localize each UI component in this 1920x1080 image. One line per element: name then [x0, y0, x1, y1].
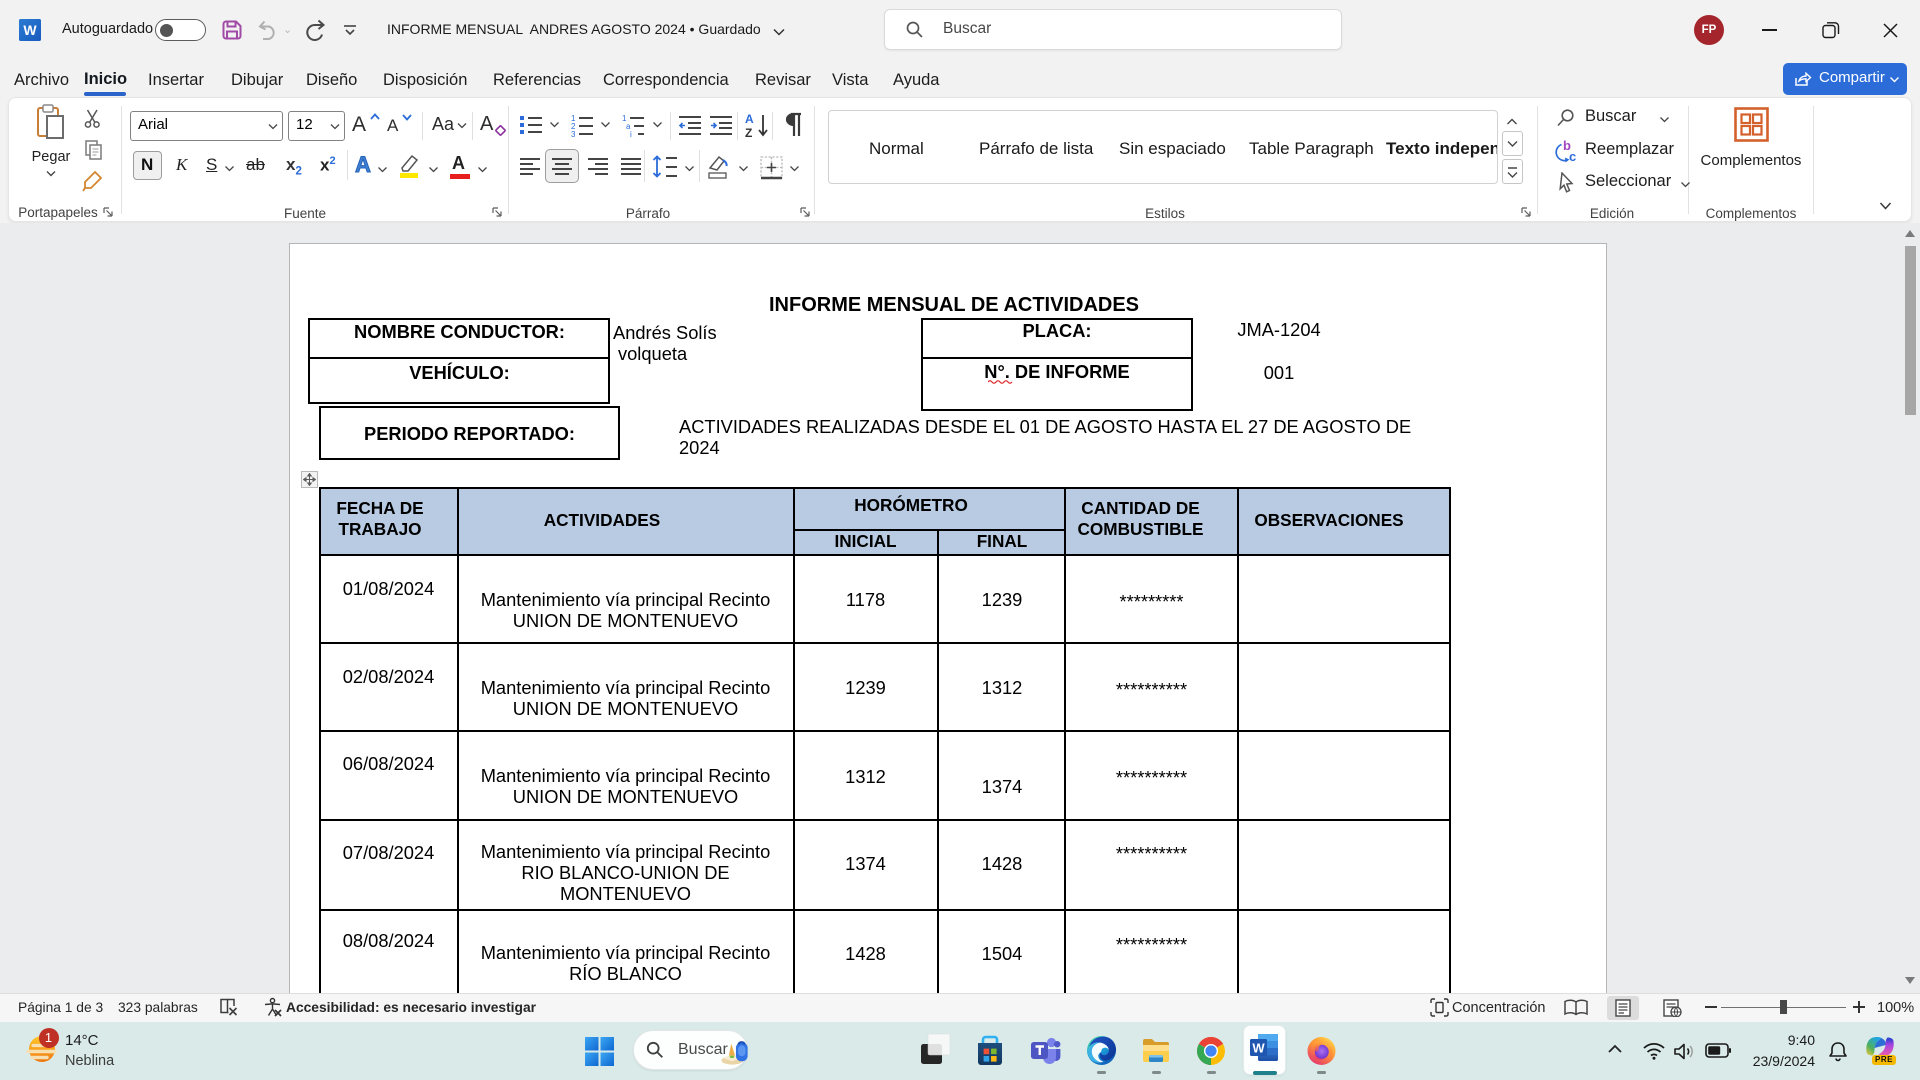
svg-text:Z: Z — [745, 126, 752, 139]
svg-text:A: A — [745, 112, 754, 126]
svg-text:W: W — [1252, 1041, 1265, 1056]
svg-text:c: c — [1569, 149, 1576, 163]
svg-text:W: W — [23, 22, 37, 38]
svg-text:i: i — [630, 130, 632, 137]
svg-text:3: 3 — [571, 130, 576, 137]
